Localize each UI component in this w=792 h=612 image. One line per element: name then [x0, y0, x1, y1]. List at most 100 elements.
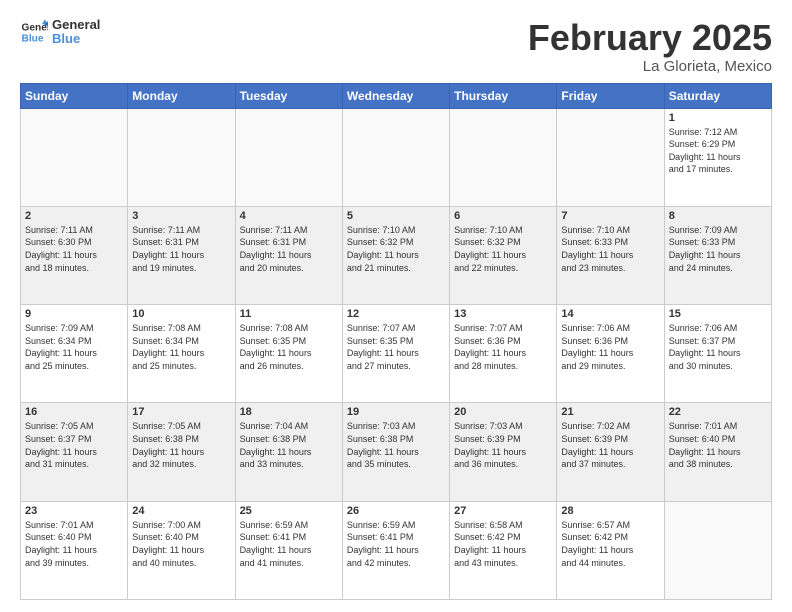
col-friday: Friday — [557, 83, 664, 108]
table-row: 21 Sunrise: 7:02 AM Sunset: 6:39 PM Dayli… — [557, 403, 664, 501]
table-row: 15 Sunrise: 7:06 AM Sunset: 6:37 PM Dayli… — [664, 305, 771, 403]
day-number: 9 — [25, 308, 123, 320]
day-info: Sunrise: 7:09 AM Sunset: 6:34 PM Dayligh… — [25, 322, 123, 372]
day-info: Sunrise: 7:05 AM Sunset: 6:38 PM Dayligh… — [132, 420, 230, 470]
logo-line1: General — [52, 18, 100, 32]
table-row: 14 Sunrise: 7:06 AM Sunset: 6:36 PM Dayli… — [557, 305, 664, 403]
table-row: 6 Sunrise: 7:10 AM Sunset: 6:32 PM Daylig… — [450, 206, 557, 304]
table-row: 20 Sunrise: 7:03 AM Sunset: 6:39 PM Dayli… — [450, 403, 557, 501]
day-number: 21 — [561, 406, 659, 418]
table-row: 24 Sunrise: 7:00 AM Sunset: 6:40 PM Dayli… — [128, 501, 235, 599]
table-row — [664, 501, 771, 599]
table-row: 23 Sunrise: 7:01 AM Sunset: 6:40 PM Dayli… — [21, 501, 128, 599]
table-row: 19Sunrise: 7:03 AM Sunset: 6:38 PM Dayli… — [342, 403, 449, 501]
day-number: 14 — [561, 308, 659, 320]
col-thursday: Thursday — [450, 83, 557, 108]
table-row — [450, 108, 557, 206]
day-info: Sunrise: 7:07 AM Sunset: 6:36 PM Dayligh… — [454, 322, 552, 372]
table-row: 1 Sunrise: 7:12 AM Sunset: 6:29 PM Daylig… — [664, 108, 771, 206]
table-row: 26Sunrise: 6:59 AM Sunset: 6:41 PM Dayli… — [342, 501, 449, 599]
day-info: Sunrise: 7:09 AM Sunset: 6:33 PM Dayligh… — [669, 224, 767, 274]
day-number: 15 — [669, 308, 767, 320]
day-number: 22 — [669, 406, 767, 418]
day-number: 24 — [132, 505, 230, 517]
table-row: 10 Sunrise: 7:08 AM Sunset: 6:34 PM Dayli… — [128, 305, 235, 403]
logo-icon: General Blue — [20, 18, 48, 46]
day-info: Sunrise: 7:03 AM Sunset: 6:38 PM Dayligh… — [347, 420, 445, 470]
day-number: 10 — [132, 308, 230, 320]
day-info: Sunrise: 7:12 AM Sunset: 6:29 PM Dayligh… — [669, 126, 767, 176]
calendar-table: Sunday Monday Tuesday Wednesday Thursday… — [20, 83, 772, 600]
table-row — [21, 108, 128, 206]
page: General Blue General Blue February 2025 … — [0, 0, 792, 612]
day-number: 28 — [561, 505, 659, 517]
header: General Blue General Blue February 2025 … — [20, 18, 772, 75]
table-row: 12Sunrise: 7:07 AM Sunset: 6:35 PM Dayli… — [342, 305, 449, 403]
day-number: 23 — [25, 505, 123, 517]
logo-line2: Blue — [52, 32, 100, 46]
table-row: 13 Sunrise: 7:07 AM Sunset: 6:36 PM Dayli… — [450, 305, 557, 403]
day-number: 13 — [454, 308, 552, 320]
day-info: Sunrise: 7:06 AM Sunset: 6:36 PM Dayligh… — [561, 322, 659, 372]
table-row: 5 Sunrise: 7:10 AM Sunset: 6:32 PM Daylig… — [342, 206, 449, 304]
day-info: Sunrise: 7:08 AM Sunset: 6:34 PM Dayligh… — [132, 322, 230, 372]
table-row: 25 Sunrise: 6:59 AM Sunset: 6:41 PM Dayli… — [235, 501, 342, 599]
day-info: Sunrise: 7:10 AM Sunset: 6:32 PM Dayligh… — [454, 224, 552, 274]
day-info: Sunrise: 7:02 AM Sunset: 6:39 PM Dayligh… — [561, 420, 659, 470]
location: La Glorieta, Mexico — [528, 58, 772, 75]
day-info: Sunrise: 7:04 AM Sunset: 6:38 PM Dayligh… — [240, 420, 338, 470]
day-info: Sunrise: 6:58 AM Sunset: 6:42 PM Dayligh… — [454, 519, 552, 569]
day-info: Sunrise: 7:11 AM Sunset: 6:31 PM Dayligh… — [240, 224, 338, 274]
table-row: 7 Sunrise: 7:10 AM Sunset: 6:33 PM Daylig… — [557, 206, 664, 304]
table-row — [128, 108, 235, 206]
day-number: 5 — [347, 210, 445, 222]
table-row: 22 Sunrise: 7:01 AM Sunset: 6:40 PM Dayli… — [664, 403, 771, 501]
table-row: 8 Sunrise: 7:09 AM Sunset: 6:33 PM Daylig… — [664, 206, 771, 304]
title-block: February 2025 La Glorieta, Mexico — [528, 18, 772, 75]
day-info: Sunrise: 6:59 AM Sunset: 6:41 PM Dayligh… — [240, 519, 338, 569]
table-row: 11 Sunrise: 7:08 AM Sunset: 6:35 PM Dayli… — [235, 305, 342, 403]
day-number: 20 — [454, 406, 552, 418]
calendar-header-row: Sunday Monday Tuesday Wednesday Thursday… — [21, 83, 772, 108]
table-row: 4 Sunrise: 7:11 AM Sunset: 6:31 PM Daylig… — [235, 206, 342, 304]
day-number: 26 — [347, 505, 445, 517]
day-number: 17 — [132, 406, 230, 418]
day-info: Sunrise: 7:01 AM Sunset: 6:40 PM Dayligh… — [25, 519, 123, 569]
day-info: Sunrise: 7:08 AM Sunset: 6:35 PM Dayligh… — [240, 322, 338, 372]
table-row: 28 Sunrise: 6:57 AM Sunset: 6:42 PM Dayli… — [557, 501, 664, 599]
day-number: 3 — [132, 210, 230, 222]
day-info: Sunrise: 7:06 AM Sunset: 6:37 PM Dayligh… — [669, 322, 767, 372]
day-number: 2 — [25, 210, 123, 222]
day-info: Sunrise: 7:10 AM Sunset: 6:33 PM Dayligh… — [561, 224, 659, 274]
day-info: Sunrise: 7:11 AM Sunset: 6:30 PM Dayligh… — [25, 224, 123, 274]
col-tuesday: Tuesday — [235, 83, 342, 108]
col-saturday: Saturday — [664, 83, 771, 108]
table-row: 18 Sunrise: 7:04 AM Sunset: 6:38 PM Dayli… — [235, 403, 342, 501]
day-number: 12 — [347, 308, 445, 320]
day-info: Sunrise: 7:05 AM Sunset: 6:37 PM Dayligh… — [25, 420, 123, 470]
day-info: Sunrise: 7:10 AM Sunset: 6:32 PM Dayligh… — [347, 224, 445, 274]
table-row: 16 Sunrise: 7:05 AM Sunset: 6:37 PM Dayli… — [21, 403, 128, 501]
table-row — [235, 108, 342, 206]
table-row: 27 Sunrise: 6:58 AM Sunset: 6:42 PM Dayli… — [450, 501, 557, 599]
day-number: 7 — [561, 210, 659, 222]
table-row: 2 Sunrise: 7:11 AM Sunset: 6:30 PM Daylig… — [21, 206, 128, 304]
table-row: 3 Sunrise: 7:11 AM Sunset: 6:31 PM Daylig… — [128, 206, 235, 304]
day-number: 4 — [240, 210, 338, 222]
col-sunday: Sunday — [21, 83, 128, 108]
day-info: Sunrise: 7:01 AM Sunset: 6:40 PM Dayligh… — [669, 420, 767, 470]
day-number: 6 — [454, 210, 552, 222]
day-info: Sunrise: 6:57 AM Sunset: 6:42 PM Dayligh… — [561, 519, 659, 569]
day-info: Sunrise: 7:11 AM Sunset: 6:31 PM Dayligh… — [132, 224, 230, 274]
day-number: 18 — [240, 406, 338, 418]
month-title: February 2025 — [528, 18, 772, 58]
day-info: Sunrise: 7:00 AM Sunset: 6:40 PM Dayligh… — [132, 519, 230, 569]
day-number: 8 — [669, 210, 767, 222]
day-number: 27 — [454, 505, 552, 517]
col-wednesday: Wednesday — [342, 83, 449, 108]
day-number: 11 — [240, 308, 338, 320]
day-number: 16 — [25, 406, 123, 418]
day-number: 25 — [240, 505, 338, 517]
day-info: Sunrise: 7:03 AM Sunset: 6:39 PM Dayligh… — [454, 420, 552, 470]
day-number: 1 — [669, 112, 767, 124]
